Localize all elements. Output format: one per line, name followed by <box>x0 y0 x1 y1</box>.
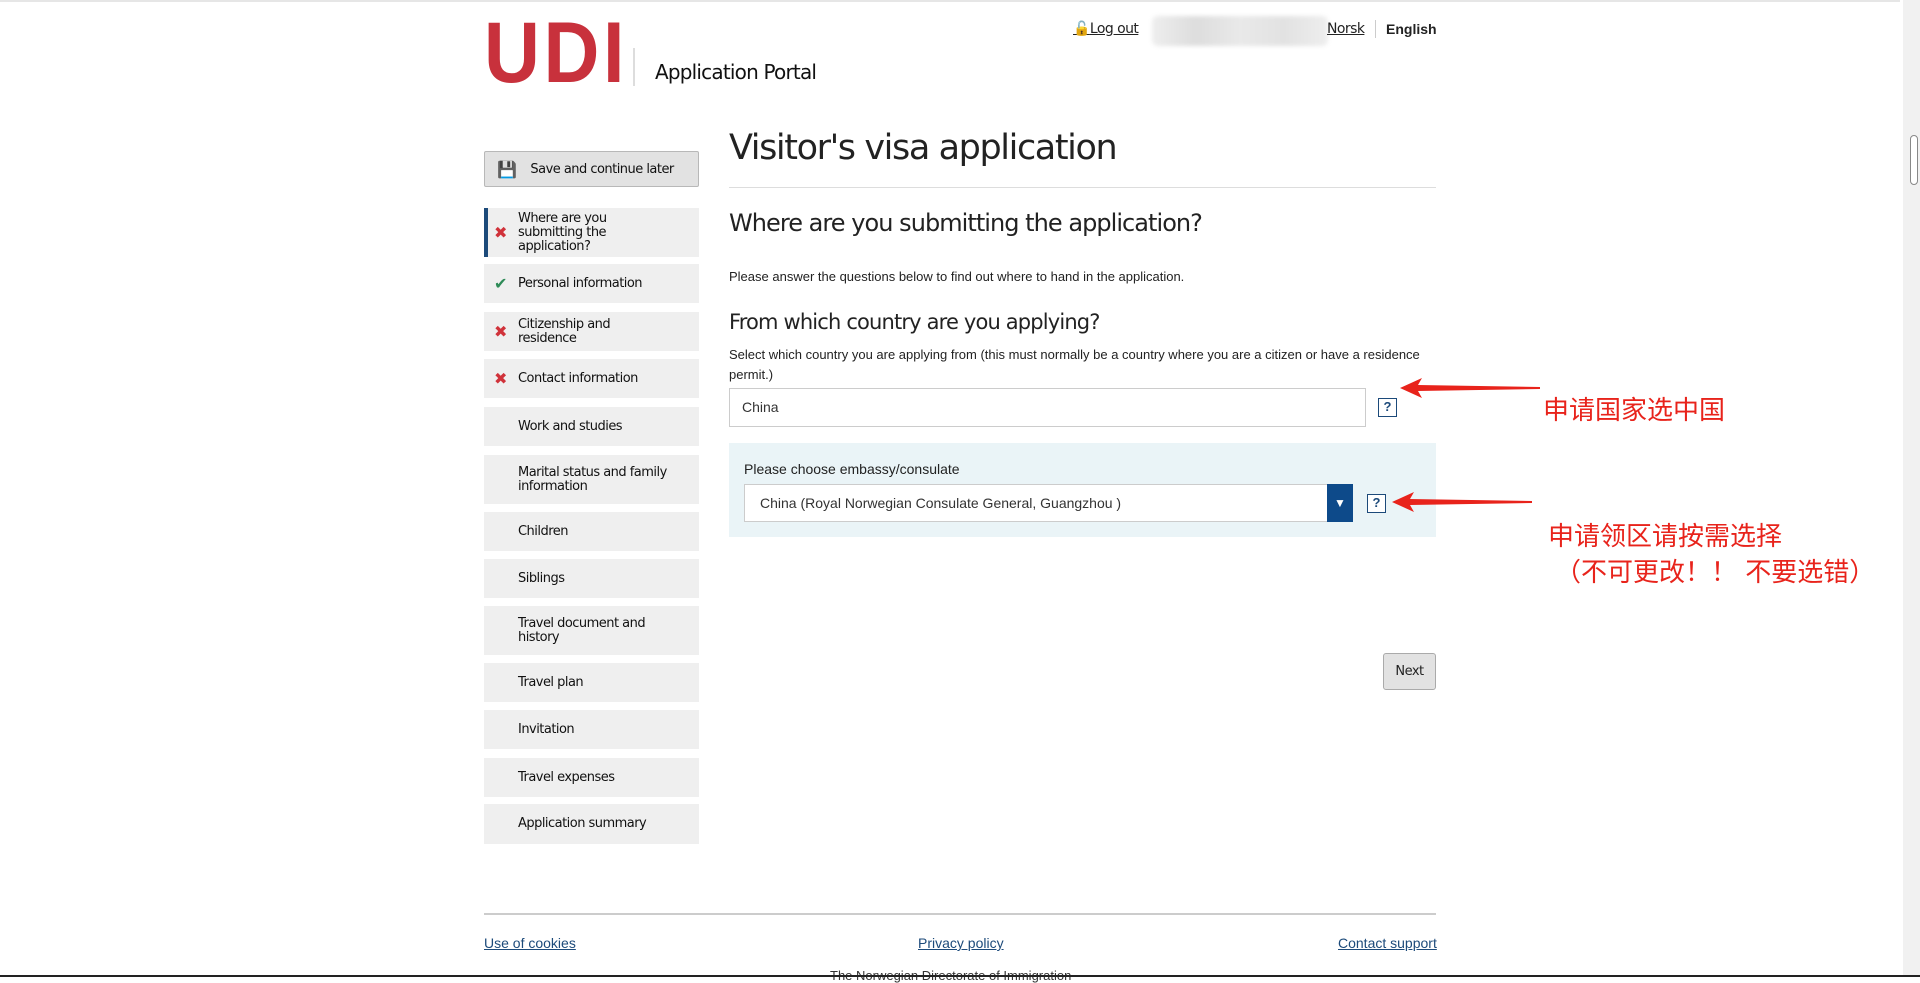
checkmark-icon: ✔ <box>494 273 507 293</box>
sidebar-item-label: Application summary <box>518 816 647 831</box>
footer-divider <box>484 913 1436 915</box>
sidebar-item-label: Siblings <box>518 570 565 586</box>
blurred-username <box>1152 16 1328 46</box>
divider <box>729 187 1436 188</box>
contact-support-link[interactable]: Contact support <box>1338 935 1437 951</box>
annotation-arrow-2 <box>1392 492 1532 512</box>
dropdown-arrow-icon[interactable]: ▼ <box>1327 484 1353 522</box>
save-continue-later-button[interactable]: 💾 Save and continue later <box>484 151 699 187</box>
sidebar-item-label: Where are you submitting the application… <box>518 210 607 254</box>
sidebar-item-label: Contact information <box>518 370 638 386</box>
portal-title: Application Portal <box>655 60 817 84</box>
section-title: Where are you submitting the application… <box>729 209 1203 237</box>
sidebar-item[interactable]: Travel expenses <box>484 758 699 797</box>
floppy-disk-icon: 💾 <box>497 159 517 179</box>
annotation-note-3: （不可更改！！ 不要选错） <box>1555 558 1876 588</box>
embassy-select[interactable]: China (Royal Norwegian Consulate General… <box>744 484 1353 522</box>
sidebar-item-label: Work and studies <box>518 418 623 434</box>
sidebar-item-label: Citizenship and residence <box>518 316 611 346</box>
logo-divider <box>633 48 635 86</box>
sidebar-item[interactable]: Travel document and history <box>484 606 699 655</box>
udi-logo[interactable]: UDI <box>484 10 628 96</box>
sidebar-item-label: Marital status and family information <box>518 464 667 494</box>
sidebar-item-label: Personal information <box>518 275 643 291</box>
annotation-note-1: 申请国家选中国 <box>1543 396 1726 426</box>
lang-norsk-link[interactable]: Norsk <box>1327 21 1365 37</box>
cross-icon: ✖ <box>494 222 507 242</box>
sidebar-item[interactable]: Children <box>484 512 699 551</box>
country-question: From which country are you applying? <box>729 310 1100 334</box>
sidebar-item-label: Invitation <box>518 721 575 737</box>
sidebar-item-label: Travel document and history <box>518 615 646 645</box>
top-border <box>0 0 1900 2</box>
scrollbar-thumb[interactable] <box>1910 135 1918 185</box>
next-button[interactable]: Next <box>1383 653 1436 690</box>
cross-icon: ✖ <box>494 368 507 388</box>
embassy-help-button[interactable]: ? <box>1367 494 1386 513</box>
page-title: Visitor's visa application <box>729 128 1118 168</box>
sidebar-item[interactable]: ✖ Contact information <box>484 359 699 398</box>
cross-icon: ✖ <box>494 321 507 341</box>
annotation-note-2: 申请领区请按需选择 <box>1548 522 1783 552</box>
sidebar-item[interactable]: Invitation <box>484 710 699 749</box>
sidebar-item-label: Travel expenses <box>518 769 615 785</box>
sidebar-item[interactable]: Marital status and family information <box>484 455 699 504</box>
annotation-arrow-1 <box>1400 378 1540 398</box>
country-help-button[interactable]: ? <box>1378 398 1397 417</box>
lock-icon: 🔓 <box>1073 21 1090 37</box>
logout-link[interactable]: 🔓Log out <box>1073 21 1139 37</box>
sidebar-item[interactable]: Travel plan <box>484 663 699 702</box>
sidebar-item[interactable]: Siblings <box>484 559 699 598</box>
privacy-link[interactable]: Privacy policy <box>918 935 1004 951</box>
lang-english[interactable]: English <box>1386 21 1437 37</box>
country-help-text: Select which country you are applying fr… <box>729 347 1420 382</box>
embassy-label: Please choose embassy/consulate <box>744 461 960 477</box>
intro-text: Please answer the questions below to fin… <box>729 269 1185 284</box>
sidebar-item[interactable]: ✔ Personal information <box>484 264 699 303</box>
sidebar-item[interactable]: ✖ Citizenship and residence <box>484 312 699 351</box>
sidebar-item-label: Children <box>518 523 568 539</box>
sidebar-item[interactable]: Application summary <box>484 804 699 844</box>
sidebar-item-label: Travel plan <box>518 674 584 690</box>
cookies-link[interactable]: Use of cookies <box>484 935 576 951</box>
sidebar-item[interactable]: ✖ Where are you submitting the applicatio… <box>484 208 699 257</box>
lang-divider <box>1375 20 1376 38</box>
sidebar-item[interactable]: Work and studies <box>484 407 699 446</box>
country-input[interactable]: China <box>729 388 1366 427</box>
